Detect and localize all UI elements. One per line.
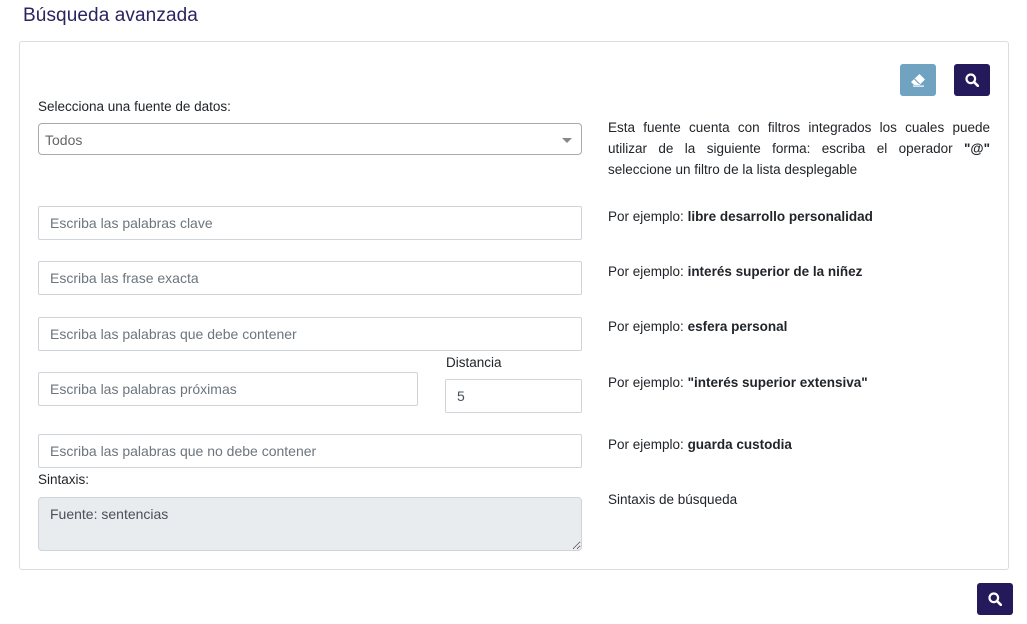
exclude-example: Por ejemplo: guarda custodia — [608, 437, 792, 452]
distance-label: Distancia — [446, 355, 502, 370]
search-form-card: Selecciona una fuente de datos: Todos Es… — [19, 41, 1009, 570]
search-button-bottom[interactable] — [977, 583, 1013, 615]
must-contain-example-value: esfera personal — [687, 319, 788, 334]
syntax-help-text: Sintaxis de búsqueda — [608, 492, 738, 507]
syntax-label: Sintaxis: — [38, 472, 90, 487]
info-text-after: seleccione un filtro de la lista despleg… — [608, 162, 858, 177]
exclude-example-value: guarda custodia — [687, 437, 792, 452]
syntax-textarea[interactable]: Fuente: sentencias — [38, 497, 582, 551]
keywords-example: Por ejemplo: libre desarrollo personalid… — [608, 209, 873, 224]
source-selected-value: Todos — [45, 132, 83, 148]
example-prefix: Por ejemplo: — [608, 375, 684, 390]
source-label: Selecciona una fuente de datos: — [38, 99, 231, 114]
proximity-example: Por ejemplo: "interés superior extensiva… — [608, 375, 868, 390]
clear-button[interactable] — [900, 64, 936, 96]
must-contain-input[interactable] — [38, 317, 582, 351]
must-contain-example: Por ejemplo: esfera personal — [608, 319, 787, 334]
exact-example-value: interés superior de la niñez — [687, 264, 863, 279]
info-operator: "@" — [964, 141, 990, 156]
exclude-input[interactable] — [38, 434, 582, 468]
search-button-top[interactable] — [954, 64, 990, 96]
proximity-example-value: "interés superior extensiva" — [687, 375, 868, 390]
search-icon — [988, 592, 1002, 606]
example-prefix: Por ejemplo: — [608, 437, 684, 452]
example-prefix: Por ejemplo: — [608, 264, 684, 279]
distance-input[interactable] — [445, 379, 582, 413]
chevron-down-icon — [562, 138, 572, 143]
keywords-example-value: libre desarrollo personalidad — [687, 209, 873, 224]
proximity-input[interactable] — [38, 372, 418, 406]
source-info-text: Esta fuente cuenta con filtros integrado… — [608, 117, 990, 180]
exact-phrase-input[interactable] — [38, 261, 582, 295]
search-icon — [965, 73, 979, 87]
example-prefix: Por ejemplo: — [608, 209, 684, 224]
example-prefix: Por ejemplo: — [608, 319, 684, 334]
exact-example: Por ejemplo: interés superior de la niñe… — [608, 264, 862, 279]
info-text-before: Esta fuente cuenta con filtros integrado… — [608, 120, 990, 156]
eraser-icon — [911, 74, 925, 87]
page-title: Búsqueda avanzada — [23, 5, 198, 26]
source-select[interactable]: Todos — [38, 123, 582, 155]
keywords-input[interactable] — [38, 206, 582, 240]
